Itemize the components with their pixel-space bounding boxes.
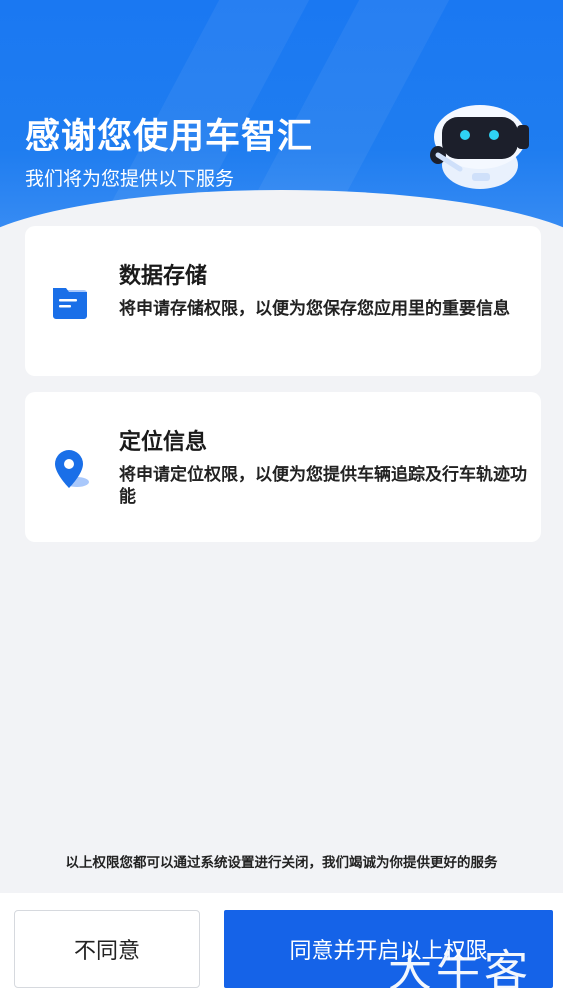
permission-card-location: 定位信息 将申请定位权限，以便为您提供车辆追踪及行车轨迹功能	[25, 392, 541, 542]
agree-button[interactable]: 同意并开启以上权限	[224, 910, 553, 988]
permission-title: 定位信息	[119, 430, 208, 455]
permission-title: 数据存储	[119, 264, 208, 289]
robot-mascot-icon	[430, 105, 529, 189]
page-title: 感谢您使用车智汇	[25, 117, 314, 157]
location-pin-icon	[55, 450, 89, 488]
permission-footer-note: 以上权限您都可以通过系统设置进行关闭，我们竭诚为你提供更好的服务	[65, 855, 498, 871]
disagree-button[interactable]: 不同意	[14, 910, 200, 988]
folder-icon	[53, 288, 87, 319]
page-subtitle: 我们将为您提供以下服务	[25, 168, 235, 190]
permission-description: 将申请定位权限，以便为您提供车辆追踪及行车轨迹功能	[119, 465, 527, 507]
permission-description: 将申请存储权限，以便为您保存您应用里的重要信息	[119, 299, 510, 319]
hero-banner: 感谢您使用车智汇 我们将为您提供以下服务	[0, 0, 563, 250]
permission-card-storage: 数据存储 将申请存储权限，以便为您保存您应用里的重要信息	[25, 226, 541, 376]
